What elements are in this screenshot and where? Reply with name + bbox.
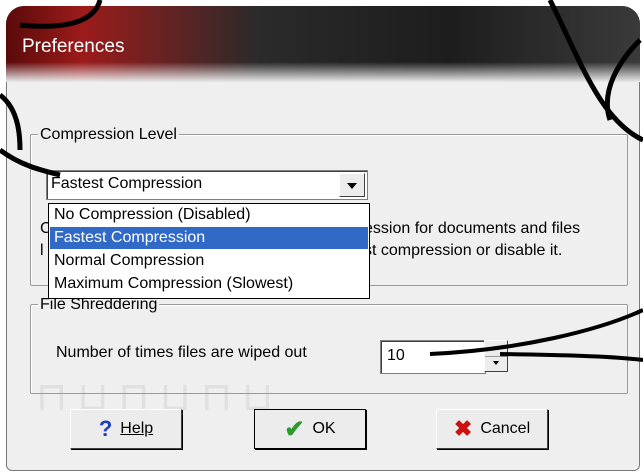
help-label: Help [120,420,154,437]
compression-selected-value: Fastest Compression [51,175,203,192]
stepper-up-icon[interactable] [485,341,507,357]
help-button[interactable]: ? Help [70,409,182,449]
wipe-count-input[interactable]: 10 [380,340,486,374]
option-normal-compression[interactable]: Normal Compression [50,250,368,272]
ok-focus-ring [254,409,366,449]
description-line-1: ession for documents and files [364,220,581,237]
wipe-count-label: Number of times files are wiped out [56,344,307,361]
wipe-count-stepper[interactable] [484,340,508,372]
description-line-2: st compression or disable it. [364,242,563,259]
question-icon: ? [98,416,113,441]
title-bar[interactable]: Preferences [6,6,640,82]
wipe-count-value: 10 [387,347,405,364]
cancel-button[interactable]: ✖ Cancel [436,409,548,449]
option-maximum-compression[interactable]: Maximum Compression (Slowest) [50,273,368,295]
stepper-down-icon[interactable] [485,356,507,371]
chevron-down-icon[interactable] [339,173,365,197]
compression-legend: Compression Level [38,126,179,144]
dialog-title: Preferences [22,36,125,57]
cancel-label: Cancel [480,420,531,437]
preferences-dialog: Preferences ⊓⊔⊓⊔⊓⊔ Compression Level C l… [6,6,640,471]
compression-level-select[interactable]: Fastest Compression [46,170,368,200]
x-icon: ✖ [453,416,473,441]
description-prefix-2: l [40,242,44,259]
option-fastest-compression[interactable]: Fastest Compression [50,227,368,249]
option-no-compression[interactable]: No Compression (Disabled) [50,204,368,226]
compression-dropdown-list: No Compression (Disabled) Fastest Compre… [48,203,370,299]
